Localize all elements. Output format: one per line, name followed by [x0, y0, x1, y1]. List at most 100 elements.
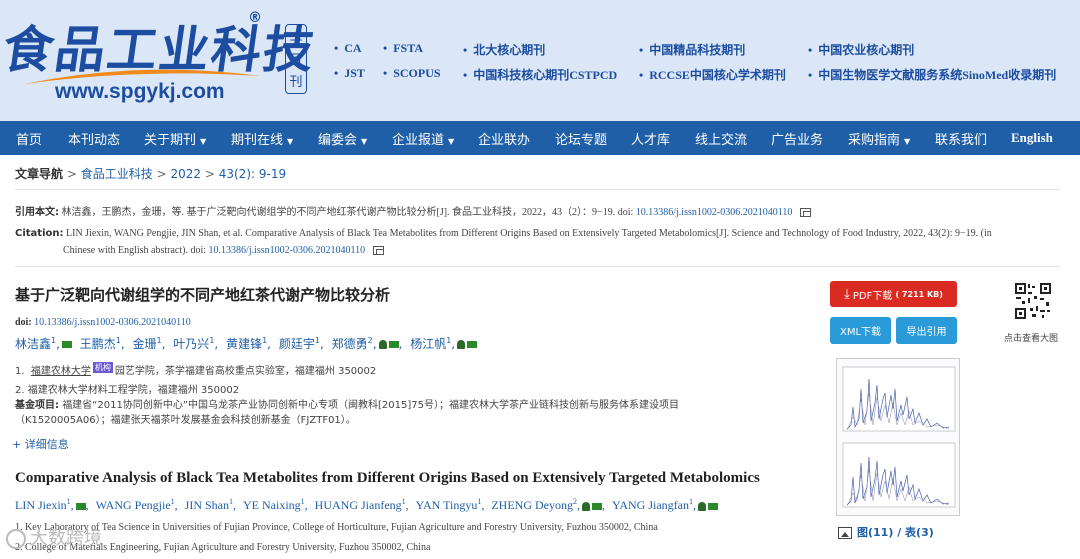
copy-icon[interactable] — [372, 246, 384, 256]
person-icon — [457, 340, 466, 349]
index-item: JST — [334, 66, 365, 81]
nav-item-editorial[interactable]: 编委会 ▼ — [318, 129, 367, 148]
author-link[interactable]: 叶乃兴1, — [173, 335, 218, 352]
nav-item-company-report[interactable]: 企业报道 ▼ — [392, 129, 454, 148]
doi-label: doi: — [15, 317, 32, 328]
nav-item-talent[interactable]: 人才库 — [631, 129, 670, 148]
badge-char: 半 — [289, 32, 303, 48]
index-item: 中国精品科技期刊 — [639, 41, 745, 58]
badge-char: 刊 — [289, 74, 303, 90]
mail-icon[interactable] — [61, 341, 72, 348]
index-item: 中国科技核心期刊CSTPCD — [463, 66, 617, 83]
caret-down-icon: ▼ — [361, 136, 368, 146]
divider — [15, 189, 1060, 190]
breadcrumb-sep: > — [156, 167, 167, 181]
figure-preview[interactable] — [836, 358, 960, 516]
index-item: 中国农业核心期刊 — [808, 41, 914, 58]
detail-info-link[interactable]: + 详细信息 — [12, 436, 69, 452]
author-link[interactable]: 郑德勇2,, — [332, 335, 403, 352]
author-link[interactable]: JIN Shan1, — [185, 497, 236, 513]
authors-cn: 林洁鑫1, 王鹏杰1, 金珊1, 叶乃兴1, 黄建锋1, 颜廷宇1, 郑德勇2,… — [15, 335, 481, 352]
qr-code-icon[interactable] — [1014, 282, 1052, 320]
mail-icon[interactable] — [592, 502, 602, 510]
site-header: 食品工业科技 ® www.spgykj.com 半 月 刊 CA FSTA 北大… — [0, 0, 1080, 121]
citation-cn-label: 引用本文: — [15, 207, 59, 218]
mail-icon[interactable] — [388, 341, 399, 348]
nav-item-joint[interactable]: 企业联办 — [478, 129, 530, 148]
nav-item-home[interactable]: 首页 — [16, 129, 42, 148]
author-link[interactable]: HUANG Jianfeng1, — [315, 497, 409, 513]
semimonthly-badge: 半 月 刊 — [285, 24, 307, 94]
institution-tag[interactable]: 机构 — [92, 362, 113, 373]
aff-text: 园艺学院，茶学福建省高校重点实验室，福建福州 350002 — [114, 366, 377, 377]
citation-cn-doi-link[interactable]: 10.13386/j.issn1002-0306.2021040110 — [636, 207, 793, 218]
nav-item-online-exchange[interactable]: 线上交流 — [695, 129, 747, 148]
author-link[interactable]: 金珊1, — [133, 335, 166, 352]
nav-item-contact[interactable]: 联系我们 — [935, 129, 987, 148]
chromatogram-thumbnail-icon — [842, 366, 956, 508]
author-link[interactable]: 杨江帆1, — [410, 335, 478, 352]
citation-en-cont: Chinese with English abstract). doi: 10.… — [63, 242, 384, 259]
copy-icon[interactable] — [799, 208, 811, 218]
person-icon — [582, 501, 590, 511]
aff-num: 1. — [15, 366, 25, 377]
citation-en-text: Chinese with English abstract). doi: — [63, 245, 209, 256]
caret-down-icon: ▼ — [904, 136, 911, 146]
index-item: CA — [334, 41, 361, 56]
author-link[interactable]: 颜廷宇1, — [279, 335, 324, 352]
nav-item-english[interactable]: English — [1011, 130, 1053, 146]
figures-tables-label: 图(11) / 表(3) — [857, 526, 934, 539]
nav-item-forum[interactable]: 论坛专题 — [555, 129, 607, 148]
mail-icon[interactable] — [708, 502, 718, 510]
pdf-icon: ⤓ — [844, 286, 850, 302]
pdf-download-button[interactable]: ⤓ PDF下载 ( 7211 KB) — [830, 281, 957, 307]
person-icon — [698, 501, 706, 511]
registered-mark: ® — [248, 10, 262, 26]
person-icon — [378, 340, 387, 349]
article-doi: doi: 10.13386/j.issn1002-0306.2021040110 — [15, 317, 191, 328]
breadcrumb-sep: > — [204, 167, 215, 181]
nav-item-ads[interactable]: 广告业务 — [771, 129, 823, 148]
main-nav: 首页 本刊动态 关于期刊 ▼ 期刊在线 ▼ 编委会 ▼ 企业报道 ▼ 企业联办 论坛专题… — [0, 121, 1080, 155]
nav-item-news[interactable]: 本刊动态 — [68, 129, 120, 148]
fund-text: 福建省“2011协同创新中心”中国乌龙茶产业协同创新中心专项（闽教科[2015]… — [15, 400, 679, 426]
author-link[interactable]: YE Naixing1, — [243, 497, 308, 513]
xml-download-button[interactable]: XML下载 — [830, 317, 891, 344]
nav-item-about[interactable]: 关于期刊 ▼ — [144, 129, 206, 148]
affiliation-cn-1: 1. 福建农林大学 机构 园艺学院，茶学福建省高校重点实验室，福建福州 350002 — [15, 362, 376, 377]
watermark: 大数跨境 — [6, 524, 102, 550]
citation-en-doi-link[interactable]: 10.13386/j.issn1002-0306.2021040110 — [209, 245, 366, 256]
author-link[interactable]: ZHENG Deyong2,, — [491, 497, 605, 513]
doi-link[interactable]: 10.13386/j.issn1002-0306.2021040110 — [34, 317, 191, 328]
mail-icon[interactable] — [75, 502, 86, 510]
breadcrumb-year-link[interactable]: 2022 — [170, 167, 201, 181]
index-item: 中国生物医学文献服务系统SinoMed收录期刊 — [808, 66, 1056, 83]
citation-cn-text: 林洁鑫，王鹏杰，金珊，等. 基于广泛靶向代谢组学的不同产地红茶代谢产物比较分析[… — [61, 207, 636, 218]
author-link[interactable]: 黄建锋1, — [226, 335, 271, 352]
figures-tables-link[interactable]: 图(11) / 表(3) — [838, 524, 934, 540]
author-link[interactable]: 王鹏杰1, — [80, 335, 125, 352]
author-link[interactable]: 林洁鑫1, — [15, 335, 72, 352]
mail-icon[interactable] — [467, 341, 478, 348]
qr-caption: 点击查看大图 — [1004, 334, 1059, 344]
breadcrumb-label: 文章导航 — [15, 167, 64, 181]
funding: 基金项目: 福建省“2011协同创新中心”中国乌龙茶产业协同创新中心专项（闽教科… — [15, 398, 735, 428]
nav-item-purchase[interactable]: 采购指南 ▼ — [848, 129, 910, 148]
citation-en: Citation: LIN Jiexin, WANG Pengjie, JIN … — [15, 225, 1070, 242]
divider — [15, 266, 1060, 267]
author-link[interactable]: YAN Tingyu1, — [416, 497, 485, 513]
author-link[interactable]: WANG Pengjie1, — [96, 497, 178, 513]
breadcrumb-issue-link[interactable]: 43(2): 9-19 — [219, 167, 286, 181]
site-url: www.spgykj.com — [55, 80, 225, 103]
image-icon — [838, 527, 852, 539]
affiliation-en-1: 1. Key Laboratory of Tea Science in Univ… — [15, 522, 658, 533]
index-item: SCOPUS — [383, 66, 440, 81]
author-link[interactable]: LIN Jiexin1,, — [15, 497, 89, 513]
breadcrumb-journal-link[interactable]: 食品工业科技 — [81, 167, 153, 181]
index-item: FSTA — [383, 41, 423, 56]
author-link[interactable]: YANG Jiangfan1, — [612, 497, 718, 513]
badge-char: 月 — [289, 53, 303, 69]
export-citation-button[interactable]: 导出引用 — [896, 317, 957, 344]
aff-institution-link[interactable]: 福建农林大学 — [31, 366, 91, 377]
nav-item-online[interactable]: 期刊在线 ▼ — [231, 129, 293, 148]
